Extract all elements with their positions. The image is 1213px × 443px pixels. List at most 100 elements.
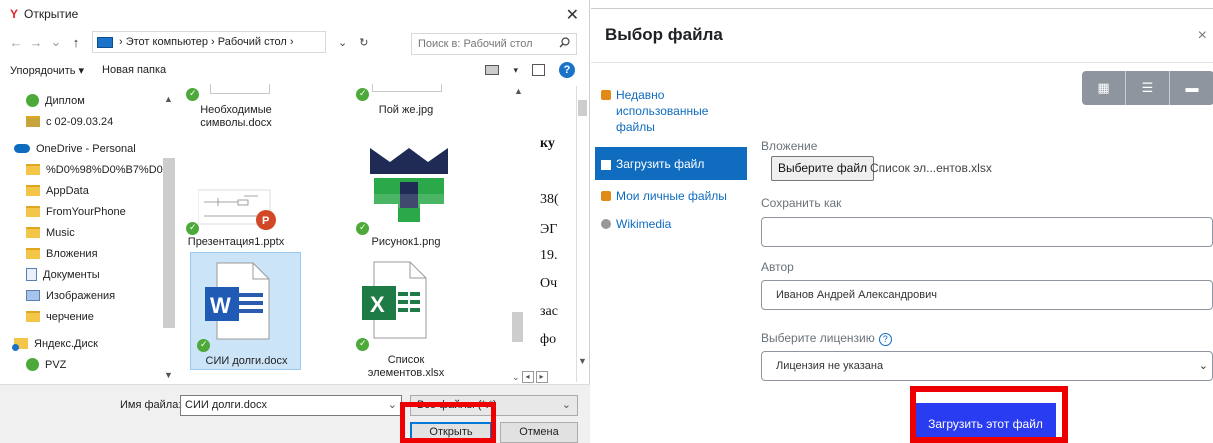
scroll-down-icon[interactable]: ⌄: [512, 372, 520, 383]
open-button-highlight: [400, 402, 496, 443]
help-icon[interactable]: ?: [559, 62, 575, 78]
nav-item-attachments[interactable]: Вложения: [0, 243, 175, 264]
file-name: Рисунок1.png: [371, 236, 441, 248]
scroll-down-icon[interactable]: ▼: [578, 356, 587, 366]
nav-item-music[interactable]: Music: [0, 222, 175, 243]
excel-file-icon: X: [362, 261, 427, 339]
close-icon[interactable]: ×: [1198, 27, 1207, 45]
back-arrow-icon[interactable]: ←: [8, 35, 24, 50]
shared-folder-icon: [26, 116, 40, 127]
nav-item-appdata[interactable]: AppData: [0, 180, 175, 201]
scroll-right-icon[interactable]: ▸: [535, 371, 548, 383]
sync-check-icon: [186, 221, 199, 235]
upload-button-highlight: [910, 386, 1068, 443]
word-document-thumbnail: [210, 84, 270, 94]
nav-item-encoded-folder[interactable]: %D0%98%D0%B7%D0%: [0, 159, 175, 180]
file-item[interactable]: Рисунок1.png: [350, 136, 462, 252]
nav-item-onedrive[interactable]: OneDrive - Personal: [0, 138, 175, 159]
folder-icon: [26, 227, 40, 238]
cancel-button[interactable]: Отмена: [500, 422, 578, 443]
preview-text-line: зас: [540, 304, 558, 319]
nav-item-pvz[interactable]: PVZ: [0, 354, 175, 375]
repo-private-files[interactable]: Мои личные файлы: [595, 184, 747, 208]
sync-check-icon: [186, 87, 199, 101]
refresh-icon[interactable]: ↻: [359, 36, 368, 49]
scrollbar-thumb[interactable]: [578, 100, 587, 116]
sync-check-icon: [356, 221, 369, 235]
preview-scrollbar[interactable]: ▼: [576, 86, 588, 382]
license-label: Выберите лицензию?: [761, 331, 892, 346]
nav-item-shared-folder[interactable]: с 02-09.03.24: [0, 111, 175, 132]
breadcrumb[interactable]: › Этот компьютер › Рабочий стол ›: [119, 36, 294, 48]
address-bar[interactable]: › Этот компьютер › Рабочий стол ›: [92, 31, 326, 53]
repo-upload-file[interactable]: Загрузить файл: [595, 147, 747, 180]
open-file-dialog: Y Открытие ✕ ← → ⌄ ↑ › Этот компьютер › …: [0, 0, 590, 443]
view-options-chevron-icon[interactable]: ▾: [513, 65, 518, 76]
folder-icon: [26, 185, 40, 196]
repository-list: Недавно использованные файлы Загрузить ф…: [595, 83, 747, 236]
navigation-pane: Диплом с 02-09.03.24 OneDrive - Personal…: [0, 90, 175, 382]
nav-item-pictures[interactable]: Изображения: [0, 285, 175, 306]
change-view-icon[interactable]: [485, 65, 500, 75]
nav-item-drawing[interactable]: черчение: [0, 306, 175, 327]
file-item[interactable]: P Презентация1.pptx: [180, 136, 292, 252]
file-item[interactable]: Пой же.jpg: [350, 84, 462, 130]
save-as-input[interactable]: [761, 217, 1213, 247]
chevron-down-icon: ⌄: [561, 399, 571, 411]
file-item[interactable]: X Список элементов.xlsx: [350, 252, 462, 379]
repo-wikimedia[interactable]: Wikimedia: [595, 212, 747, 236]
navigation-pane-scrollbar[interactable]: ▲ ▼: [163, 94, 175, 382]
preview-text-line: ку: [540, 136, 555, 151]
list-view-icon[interactable]: ☰: [1126, 71, 1170, 105]
up-arrow-icon[interactable]: ↑: [68, 35, 84, 50]
chevron-down-icon[interactable]: ⌄: [388, 396, 397, 415]
address-dropdown-icon[interactable]: ⌄: [338, 36, 347, 49]
search-placeholder: Поиск в: Рабочий стол: [418, 38, 533, 50]
file-list-scrollbar[interactable]: ▲: [510, 86, 528, 382]
scroll-up-icon[interactable]: ▲: [514, 86, 523, 96]
folder-icon: [26, 206, 40, 217]
forward-arrow-icon[interactable]: →: [28, 35, 44, 50]
scroll-down-icon[interactable]: ▼: [164, 370, 173, 380]
filename-label: Имя файла:: [120, 399, 182, 411]
attachment-label: Вложение: [761, 139, 818, 153]
search-input[interactable]: Поиск в: Рабочий стол: [411, 33, 577, 55]
scrollbar-thumb[interactable]: [163, 158, 175, 328]
save-as-label: Сохранить как: [761, 196, 842, 210]
file-picker-modal: Выбор файла × Недавно использованные фай…: [591, 8, 1213, 443]
nav-item-documents[interactable]: Документы: [0, 264, 175, 285]
close-icon[interactable]: ✕: [566, 5, 579, 25]
help-icon[interactable]: ?: [878, 333, 892, 346]
preview-text-line: ЭГ: [540, 222, 558, 237]
file-name: Пой же.jpg: [378, 104, 434, 116]
file-item[interactable]: Необходимые символы.docx: [180, 84, 292, 130]
scroll-left-icon[interactable]: ◂: [521, 371, 534, 383]
license-select[interactable]: Лицензия не указана ⌄: [761, 351, 1213, 381]
scroll-up-icon[interactable]: ▲: [164, 94, 173, 104]
preview-pane-icon[interactable]: [532, 64, 545, 76]
organize-button[interactable]: Упорядочить ▾: [10, 64, 84, 77]
author-input[interactable]: Иванов Андрей Александрович: [761, 280, 1213, 310]
grid-view-icon[interactable]: ▦: [1082, 71, 1126, 105]
horizontal-scrollbar[interactable]: ⌄ ◂ ▸: [512, 370, 576, 384]
documents-icon: [26, 268, 37, 281]
nav-item-diploma[interactable]: Диплом: [0, 90, 175, 111]
repo-recent-files[interactable]: Недавно использованные файлы: [595, 83, 747, 139]
green-folder-icon: [26, 94, 39, 107]
nav-item-fromyourphone[interactable]: FromYourPhone: [0, 201, 175, 222]
folder-view-icon[interactable]: ▬: [1170, 71, 1213, 105]
dialog-titlebar: Y Открытие ✕: [0, 0, 589, 28]
recent-locations-icon[interactable]: ⌄: [48, 34, 64, 50]
presentation-thumbnail: P: [198, 189, 276, 230]
file-list: Необходимые символы.docx Пой же.jpg P Пр…: [178, 84, 523, 384]
nav-item-yandex-disk[interactable]: Яндекс.Диск: [0, 333, 175, 354]
svg-text:X: X: [370, 292, 385, 317]
file-name: Презентация1.pptx: [187, 236, 285, 248]
license-value: Лицензия не указана: [776, 360, 884, 372]
filename-value: СИИ долги.docx: [185, 399, 267, 411]
new-folder-button[interactable]: Новая папка: [102, 64, 166, 76]
filename-input[interactable]: СИИ долги.docx ⌄: [180, 395, 402, 416]
scrollbar-thumb[interactable]: [512, 312, 523, 342]
choose-file-button[interactable]: Выберите файл: [771, 156, 875, 181]
file-item-selected[interactable]: W СИИ долги.docx: [190, 252, 301, 370]
